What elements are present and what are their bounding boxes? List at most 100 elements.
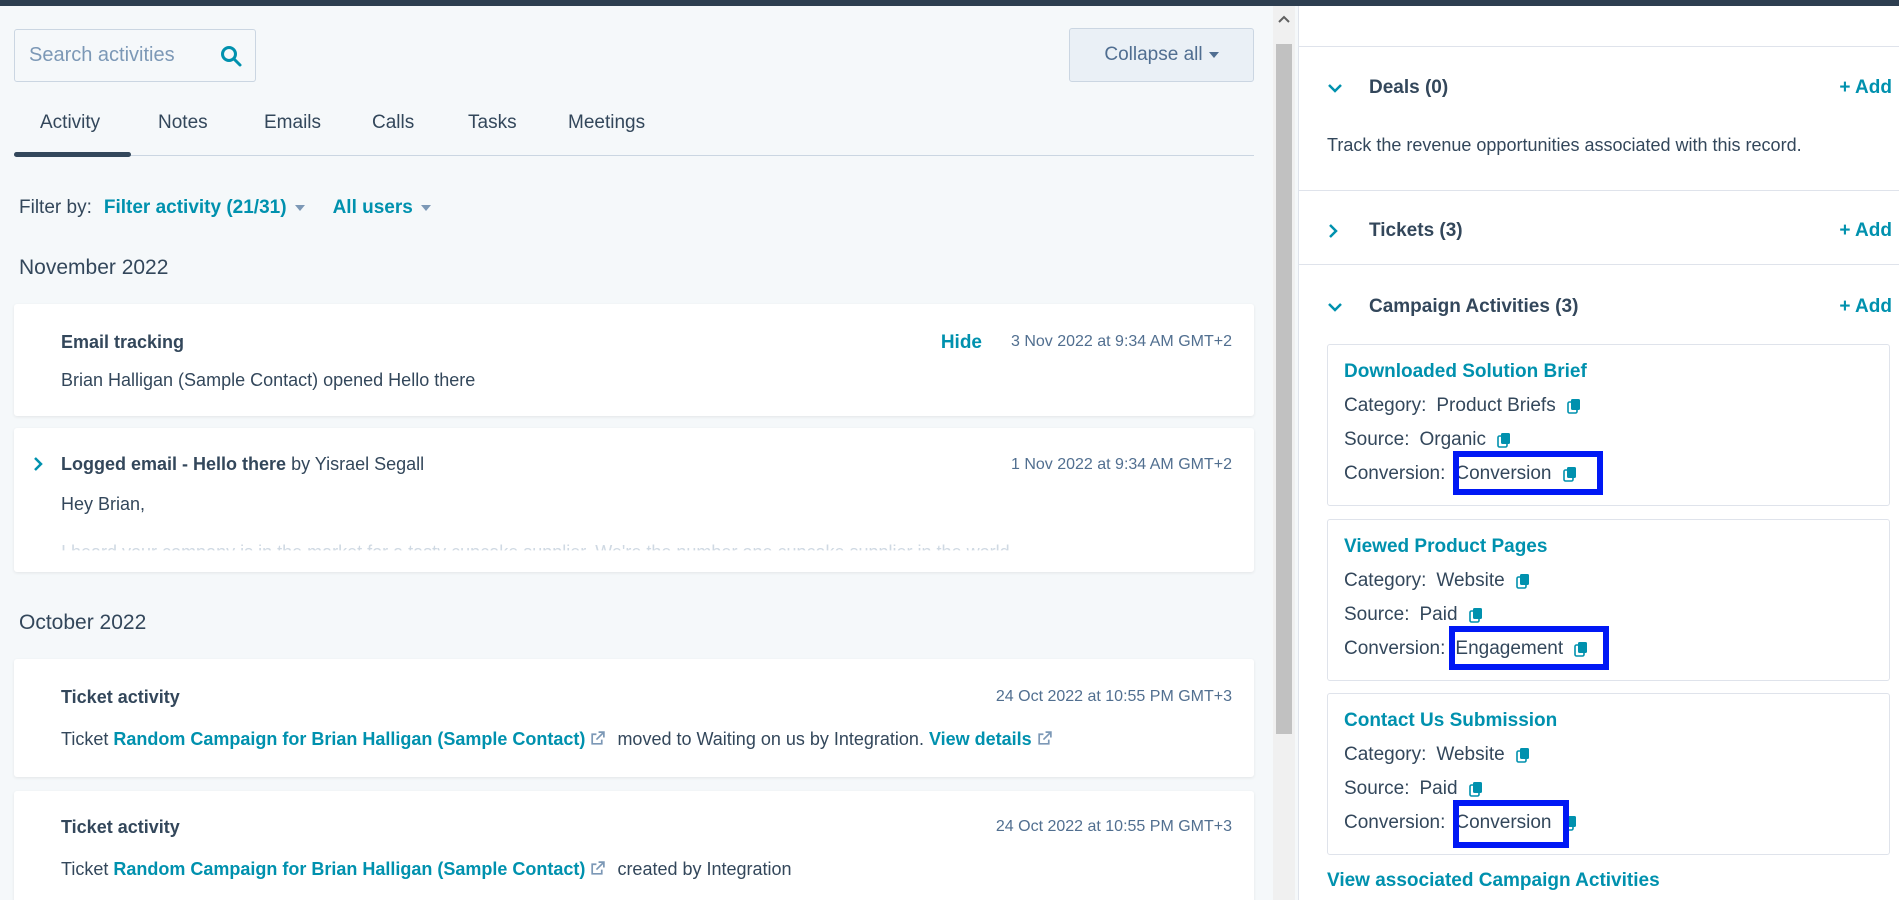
caret-down-icon — [1208, 52, 1219, 58]
copy-icon[interactable] — [1468, 607, 1484, 623]
copy-icon[interactable] — [1515, 747, 1531, 763]
activity-tabs: Activity Notes Emails Calls Tasks Meetin… — [14, 102, 1254, 157]
card-title: Email tracking — [61, 332, 185, 352]
timeline-card-logged-email[interactable]: Logged email - Hello there by Yisrael Se… — [14, 428, 1254, 572]
highlight-box — [1453, 451, 1603, 495]
timeline-card-email-tracking: Email tracking Hide 3 Nov 2022 at 9:34 A… — [14, 304, 1254, 416]
caret-down-icon — [420, 205, 431, 211]
category-value: Website — [1436, 570, 1505, 591]
view-associated-campaign-activities-link[interactable]: View associated Campaign Activities — [1327, 870, 1660, 892]
tab-meetings[interactable]: Meetings — [568, 112, 645, 134]
all-users-dropdown[interactable]: All users — [333, 197, 431, 219]
deals-section: Deals (0) + Add Track the revenue opport… — [1299, 46, 1899, 190]
tab-calls[interactable]: Calls — [372, 112, 414, 134]
hide-link[interactable]: Hide — [941, 332, 982, 354]
campaign-activities-header[interactable]: Campaign Activities (3) — [1327, 296, 1578, 318]
ticket-prefix: Ticket — [61, 729, 109, 749]
source-label: Source: — [1344, 778, 1410, 799]
ticket-status-text: created by Integration — [617, 859, 792, 879]
source-row: Source: Organic — [1344, 429, 1512, 451]
card-text: Brian Halligan (Sample Contact) opened H… — [61, 370, 476, 390]
card-text: Ticket Random Campaign for Brian Halliga… — [61, 859, 792, 880]
source-label: Source: — [1344, 429, 1410, 450]
deals-header[interactable]: Deals (0) — [1327, 77, 1448, 99]
external-link-icon — [591, 861, 606, 875]
category-label: Category: — [1344, 395, 1427, 416]
tab-tasks[interactable]: Tasks — [468, 112, 517, 134]
copy-icon[interactable] — [1566, 398, 1582, 414]
source-value: Paid — [1419, 778, 1458, 799]
chevron-right-icon[interactable] — [32, 456, 44, 477]
search-icon[interactable] — [207, 36, 255, 76]
ticket-link[interactable]: Random Campaign for Brian Halligan (Samp… — [113, 859, 585, 879]
month-header: October 2022 — [19, 611, 147, 634]
add-campaign-activity-button[interactable]: + Add — [1839, 296, 1892, 318]
card-author: by Yisrael Segall — [291, 454, 425, 474]
campaign-activity-card: Downloaded Solution Brief Category: Prod… — [1327, 344, 1890, 506]
chevron-down-icon — [1327, 301, 1349, 313]
scroll-up-arrow-icon[interactable] — [1278, 14, 1290, 24]
activity-timeline-pane: Search activities Collapse all Activity … — [0, 6, 1270, 900]
campaign-activity-card: Contact Us Submission Category: Website … — [1327, 693, 1890, 855]
copy-icon[interactable] — [1496, 432, 1512, 448]
external-link-icon — [1038, 731, 1052, 745]
tab-emails[interactable]: Emails — [264, 112, 321, 134]
caret-down-icon — [294, 205, 305, 211]
scrollbar[interactable] — [1273, 6, 1295, 900]
source-label: Source: — [1344, 604, 1410, 625]
card-title: Logged email - Hello there by Yisrael Se… — [61, 454, 424, 475]
timeline-card-ticket-activity: Ticket activity 24 Oct 2022 at 10:55 PM … — [14, 659, 1254, 777]
all-users-label: All users — [332, 197, 413, 218]
timeline-card-ticket-activity: Ticket activity 24 Oct 2022 at 10:55 PM … — [14, 791, 1254, 900]
filter-activity-dropdown[interactable]: Filter activity (21/31) — [104, 197, 305, 219]
copy-icon[interactable] — [1515, 573, 1531, 589]
tickets-title: Tickets (3) — [1369, 220, 1463, 241]
card-date: 1 Nov 2022 at 9:34 AM GMT+2 — [1010, 456, 1232, 473]
filter-activity-label: Filter activity (21/31) — [103, 197, 287, 218]
card-date: 3 Nov 2022 at 9:34 AM GMT+2 — [1010, 333, 1232, 350]
tab-notes[interactable]: Notes — [158, 112, 208, 134]
association-sidebar: Deals (0) + Add Track the revenue opport… — [1298, 6, 1899, 900]
campaign-activity-title[interactable]: Contact Us Submission — [1344, 710, 1557, 732]
add-ticket-button[interactable]: + Add — [1839, 220, 1892, 242]
ticket-status-text: moved to Waiting on us by Integration. — [617, 729, 924, 749]
collapse-all-button[interactable]: Collapse all — [1069, 28, 1254, 82]
filter-bar: Filter by: Filter activity (21/31) All u… — [19, 197, 431, 219]
tab-activity[interactable]: Activity — [40, 112, 100, 134]
copy-icon[interactable] — [1468, 781, 1484, 797]
filter-label: Filter by: — [19, 197, 92, 218]
card-date: 24 Oct 2022 at 10:55 PM GMT+3 — [995, 818, 1232, 835]
chevron-right-icon — [1327, 223, 1349, 239]
campaign-activity-title[interactable]: Downloaded Solution Brief — [1344, 361, 1587, 383]
scrollbar-thumb[interactable] — [1276, 44, 1292, 734]
highlight-box — [1449, 626, 1609, 670]
view-details-link[interactable]: View details — [929, 729, 1032, 749]
conversion-label: Conversion: — [1344, 463, 1446, 484]
source-row: Source: Paid — [1344, 604, 1484, 626]
card-title-text: Logged email - Hello there — [61, 454, 287, 474]
tickets-header[interactable]: Tickets (3) — [1327, 220, 1463, 242]
month-header: November 2022 — [19, 256, 169, 279]
category-value: Website — [1436, 744, 1505, 765]
active-tab-indicator — [14, 152, 131, 157]
campaign-activity-title[interactable]: Viewed Product Pages — [1344, 536, 1547, 558]
ticket-prefix: Ticket — [61, 859, 109, 879]
deals-title: Deals (0) — [1369, 77, 1449, 98]
deals-description: Track the revenue opportunities associat… — [1327, 135, 1802, 155]
ticket-link[interactable]: Random Campaign for Brian Halligan (Samp… — [113, 729, 585, 749]
search-placeholder: Search activities — [29, 44, 175, 66]
add-deal-button[interactable]: + Add — [1839, 77, 1892, 99]
category-row: Category: Website — [1344, 570, 1531, 592]
highlight-box — [1453, 800, 1569, 848]
card-text: Ticket Random Campaign for Brian Halliga… — [61, 729, 1059, 750]
category-row: Category: Website — [1344, 744, 1531, 766]
card-title: Ticket activity — [61, 817, 180, 837]
category-row: Category: Product Briefs — [1344, 395, 1582, 417]
card-title: Ticket activity — [61, 687, 180, 707]
conversion-label: Conversion: — [1344, 638, 1446, 659]
search-activities-input[interactable]: Search activities — [14, 29, 256, 82]
card-faded-preview: I heard your company is in the market fo… — [61, 542, 1015, 562]
campaign-activity-card: Viewed Product Pages Category: Website S… — [1327, 519, 1890, 681]
source-row: Source: Paid — [1344, 778, 1484, 800]
category-label: Category: — [1344, 744, 1427, 765]
